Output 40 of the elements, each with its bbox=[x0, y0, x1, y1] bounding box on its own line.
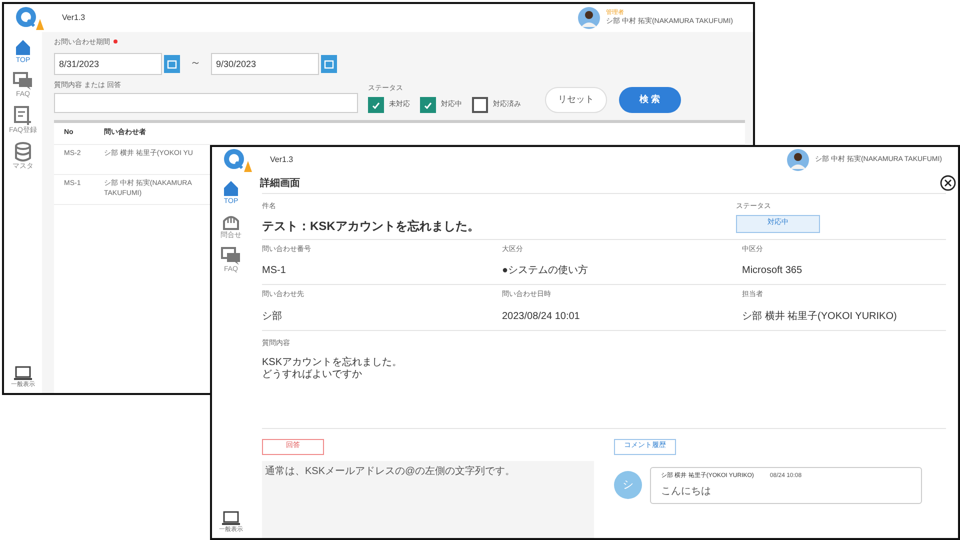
checkbox[interactable] bbox=[472, 97, 488, 113]
field-value: シ部 横井 祐里子(YOKOI YURIKO) bbox=[742, 310, 898, 324]
field-value: MS-1 bbox=[262, 264, 287, 278]
chat-icon bbox=[221, 247, 241, 265]
date-field[interactable]: 8/31/2023 bbox=[54, 52, 162, 74]
laptop-icon bbox=[13, 365, 33, 381]
version-label: Ver1.3 bbox=[62, 12, 86, 24]
field-value: シ部 bbox=[262, 310, 283, 324]
calendar-icon bbox=[164, 54, 180, 72]
range-separator: ～ bbox=[190, 56, 201, 72]
date-field[interactable]: 9/30/2023 bbox=[211, 52, 319, 74]
field-value: Microsoft 365 bbox=[742, 264, 804, 278]
question-text: どうすればよいですか bbox=[262, 369, 362, 381]
document-plus-icon bbox=[14, 106, 32, 126]
check-icon bbox=[424, 102, 432, 108]
reset-button[interactable]: リセット bbox=[545, 87, 607, 113]
check-icon bbox=[372, 102, 380, 108]
avatar-icon bbox=[787, 149, 810, 171]
close-icon bbox=[940, 175, 956, 191]
field-value: 2023/08/24 10:01 bbox=[502, 310, 581, 324]
home-icon bbox=[14, 38, 32, 56]
search-button[interactable]: 検 索 bbox=[619, 87, 681, 113]
subject-text: テスト：KSKアカウントを忘れました。 bbox=[262, 218, 480, 234]
question-text: KSKアカウントを忘れました。 bbox=[262, 357, 402, 369]
home-icon bbox=[222, 179, 240, 197]
checkbox[interactable] bbox=[420, 97, 436, 113]
checkbox[interactable] bbox=[368, 97, 384, 113]
version-label: Ver1.3 bbox=[270, 154, 294, 166]
hand-icon bbox=[221, 213, 241, 231]
field-value: ●システムの使い方 bbox=[502, 264, 590, 278]
chat-icon bbox=[13, 72, 33, 90]
calendar-icon bbox=[321, 54, 337, 72]
page-title: 詳細画面 bbox=[260, 176, 300, 190]
database-icon bbox=[14, 142, 32, 162]
avatar-icon bbox=[578, 7, 600, 29]
laptop-icon bbox=[221, 510, 241, 526]
answer-field[interactable]: 通常は、KSKメールアドレスの@の左側の文字列です。 bbox=[262, 460, 594, 538]
avatar-initial: シ bbox=[614, 471, 642, 499]
search-field[interactable] bbox=[54, 93, 358, 113]
comment-text: こんにちは bbox=[661, 484, 712, 498]
